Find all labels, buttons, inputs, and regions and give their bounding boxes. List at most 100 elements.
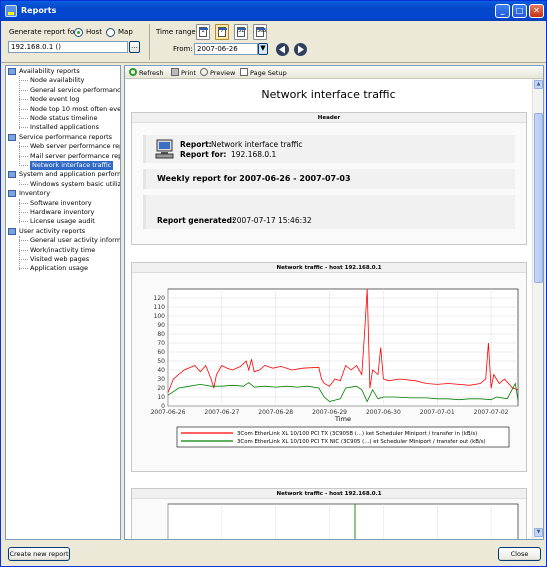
- tree-item[interactable]: General user activity information: [30, 236, 120, 245]
- tree-item[interactable]: Network interface traffic: [30, 161, 114, 170]
- tree-item[interactable]: Visited web pages: [30, 255, 89, 264]
- create-new-report-button[interactable]: Create new report: [8, 547, 70, 561]
- y-tick-label: 10: [157, 394, 165, 401]
- page-setup-button[interactable]: Page Setup: [240, 68, 287, 77]
- range-365-days-button[interactable]: 365: [253, 24, 267, 40]
- host-radio-label: Host: [86, 28, 102, 36]
- from-date-input[interactable]: 2007-06-26: [194, 43, 258, 55]
- tree-connector: [19, 212, 28, 213]
- weekly-text: Weekly report for 2007-06-26 - 2007-07-0…: [157, 174, 351, 183]
- range-31-days-button[interactable]: 31: [234, 24, 248, 40]
- report-info-block: Report: Network interface traffic Report…: [143, 135, 515, 163]
- y-tick-label: 60: [157, 349, 165, 356]
- tree-group[interactable]: Inventory: [19, 189, 50, 198]
- legend-label: 3Com EtherLink XL 10/100 PCI TX (3C905B …: [237, 431, 477, 437]
- folder-icon: [8, 190, 16, 198]
- minimize-button[interactable]: _: [495, 4, 510, 18]
- browse-host-button[interactable]: ...: [129, 41, 140, 53]
- map-radio[interactable]: [106, 28, 115, 37]
- tree-branch-line: [19, 142, 20, 167]
- computer-icon: [155, 139, 174, 159]
- report-options-bar: Generate report for: Host Map 192.168.0.…: [1, 21, 546, 63]
- tree-item[interactable]: Web server performance report: [30, 142, 120, 151]
- arrow-right-icon: [298, 45, 304, 54]
- y-tick-label: 70: [157, 340, 165, 347]
- tree-group[interactable]: Service performance reports: [19, 133, 112, 142]
- preview-label: Preview: [210, 69, 236, 77]
- tree-item[interactable]: Node availability: [30, 76, 84, 85]
- tree-item[interactable]: Work/inactivity time: [30, 246, 95, 255]
- y-tick-label: 20: [157, 385, 165, 392]
- generated-block: Report generated: 2007-07-17 15:46:32: [143, 195, 515, 229]
- scroll-up-icon[interactable]: ▲: [534, 80, 543, 89]
- tree-item[interactable]: Windows system basic utilization: [30, 180, 120, 189]
- host-input[interactable]: 192.168.0.1 (): [8, 41, 128, 53]
- calendar-icon: 1: [199, 27, 208, 37]
- tree-item[interactable]: Installed applications: [30, 123, 99, 132]
- tree-connector: [19, 183, 28, 185]
- tree-connector: [19, 146, 28, 148]
- report-toolbar: Refresh Print Preview Page Setup: [125, 66, 543, 79]
- close-button[interactable]: Close: [498, 547, 541, 561]
- header-section-title: Header: [132, 113, 526, 123]
- tree-item[interactable]: Hardware inventory: [30, 208, 94, 217]
- tree-item[interactable]: Software inventory: [30, 199, 92, 208]
- tree-item[interactable]: License usage audit: [30, 217, 95, 226]
- x-tick-label: 2007-07-02: [474, 409, 509, 416]
- tree-item[interactable]: Application usage: [30, 264, 88, 273]
- tree-item[interactable]: Node status timeline: [30, 114, 98, 123]
- preview-button[interactable]: Preview: [200, 68, 235, 77]
- generated-label: Report generated:: [157, 216, 235, 225]
- range-7-days-button[interactable]: 7: [215, 24, 229, 40]
- refresh-label: Refresh: [139, 69, 164, 77]
- tree-connector: [19, 127, 28, 129]
- report-value: Network interface traffic: [211, 140, 303, 149]
- refresh-button[interactable]: Refresh: [129, 68, 164, 77]
- map-radio-label: Map: [118, 28, 133, 36]
- tree-item[interactable]: Mail server performance report: [30, 152, 120, 161]
- printer-icon: [171, 68, 179, 76]
- maximize-button[interactable]: □: [512, 4, 527, 18]
- tree-connector: [19, 259, 28, 260]
- tree-item[interactable]: Node event log: [30, 95, 80, 104]
- chart-1-title: Network traffic - host 192.168.0.1: [132, 263, 526, 273]
- title-bar: Reports _ □ ✕: [1, 1, 546, 21]
- close-window-button[interactable]: ✕: [529, 4, 544, 18]
- y-tick-label: 110: [154, 304, 166, 311]
- range-1-day-button[interactable]: 1: [196, 24, 210, 40]
- date-dropdown-button[interactable]: ▼: [258, 43, 268, 55]
- tree-group[interactable]: Availability reports: [19, 67, 80, 76]
- scrollbar-thumb[interactable]: [534, 113, 543, 283]
- weekly-block: Weekly report for 2007-06-26 - 2007-07-0…: [143, 169, 515, 189]
- plot-area: [167, 288, 519, 407]
- tree-connector: [19, 221, 28, 223]
- scroll-down-icon[interactable]: ▼: [534, 528, 543, 537]
- tree-connector: [19, 249, 28, 251]
- generate-report-label: Generate report for:: [9, 28, 80, 36]
- tree-connector: [19, 118, 28, 119]
- folder-icon: [8, 68, 16, 75]
- tree-branch-line: [19, 236, 20, 270]
- network-traffic-chart-2: 8090100110120: [167, 503, 519, 539]
- y-tick-label: 120: [154, 295, 166, 302]
- reports-app-icon: [5, 5, 17, 17]
- next-period-button[interactable]: [294, 43, 307, 56]
- tree-connector: [19, 80, 28, 82]
- x-tick-label: 2007-06-27: [204, 409, 239, 416]
- vertical-scrollbar[interactable]: ▲ ▼: [532, 79, 543, 539]
- host-radio[interactable]: [74, 28, 83, 37]
- tree-connector: [19, 89, 28, 91]
- previous-period-button[interactable]: [276, 43, 289, 56]
- tree-group[interactable]: User activity reports: [19, 227, 85, 236]
- tree-group[interactable]: System and application performance: [19, 170, 120, 179]
- network-traffic-chart: 01020304050607080901001101202007-06-26 20…: [151, 288, 519, 448]
- x-axis-label: Time: [334, 415, 351, 423]
- print-label: Print: [181, 69, 196, 77]
- chart-section-1: Network traffic - host 192.168.0.1 0 10 20…: [131, 262, 527, 472]
- x-tick-label: 2007-06-30: [366, 409, 401, 416]
- generated-value: 2007-07-17 15:46:32: [232, 216, 312, 225]
- tree-connector: [19, 108, 28, 110]
- tree-item[interactable]: General service performance: [30, 86, 120, 95]
- tree-item[interactable]: Node top 10 most often events: [30, 105, 120, 114]
- print-button[interactable]: Print: [171, 68, 196, 77]
